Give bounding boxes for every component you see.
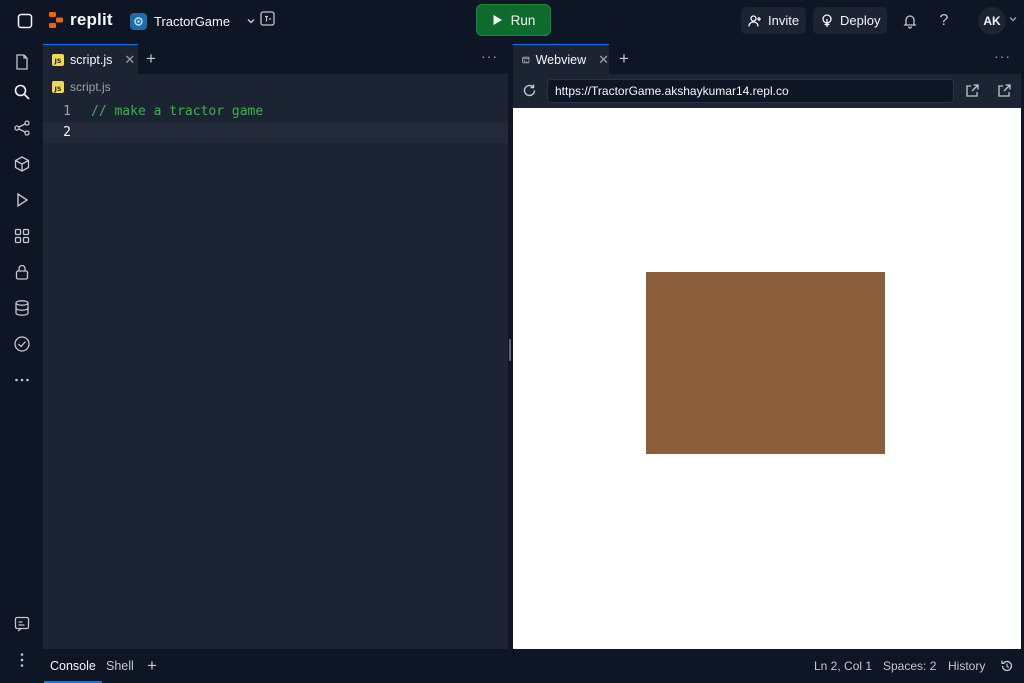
editor-pane: JS script.js ✕ + ··· JS script.js 1 // m… <box>43 44 508 649</box>
sidebar-toggle-icon[interactable] <box>11 7 39 35</box>
user-avatar[interactable]: AK <box>978 7 1006 35</box>
javascript-file-icon: JS <box>52 81 64 93</box>
add-user-icon <box>748 14 761 27</box>
code-line-active[interactable]: 2 <box>43 122 508 143</box>
replit-logo[interactable]: replit <box>48 10 113 30</box>
cursor-position[interactable]: Ln 2, Col 1 <box>814 649 872 683</box>
secrets-lock-icon[interactable] <box>9 259 35 285</box>
game-canvas[interactable] <box>646 272 885 454</box>
run-button[interactable]: Run <box>476 4 551 36</box>
add-tab-icon[interactable]: + <box>146 49 156 69</box>
breadcrumb-file[interactable]: script.js <box>70 80 111 94</box>
line-number: 1 <box>63 104 71 119</box>
tab-label: Webview <box>535 52 587 67</box>
open-devtools-icon[interactable] <box>965 83 980 98</box>
run-icon[interactable] <box>9 187 35 213</box>
git-icon[interactable] <box>9 115 35 141</box>
chevron-down-icon <box>247 18 255 24</box>
checks-icon[interactable] <box>9 331 35 357</box>
activity-bar <box>0 42 43 683</box>
play-icon <box>493 15 502 25</box>
reload-icon[interactable] <box>522 83 537 98</box>
logo-text: replit <box>70 10 113 29</box>
code-editor[interactable]: 1 // make a tractor game 2 <box>43 101 508 143</box>
deploy-label: Deploy <box>840 13 881 28</box>
packages-icon[interactable] <box>9 151 35 177</box>
add-tab-icon[interactable]: + <box>147 649 157 683</box>
close-icon[interactable]: ✕ <box>124 52 135 68</box>
open-in-new-tab-icon[interactable] <box>997 83 1012 98</box>
repl-name-dropdown[interactable]: TractorGame <box>130 8 257 34</box>
webview-icon <box>522 56 530 63</box>
history-button[interactable]: History <box>948 649 985 683</box>
url-bar: https://TractorGame.akshaykumar14.repl.c… <box>513 74 1021 108</box>
search-icon[interactable] <box>9 79 35 105</box>
webview-pane: Webview ✕ + ··· https://TractorGame.aksh… <box>513 44 1021 649</box>
bottom-bar: Console Shell + Ln 2, Col 1 Spaces: 2 Hi… <box>43 649 1024 683</box>
extensions-icon[interactable] <box>9 223 35 249</box>
pane-more-icon[interactable]: ··· <box>481 48 498 64</box>
tab-webview[interactable]: Webview ✕ <box>513 44 609 74</box>
javascript-file-icon: JS <box>52 53 64 66</box>
breadcrumb: JS script.js <box>52 80 111 94</box>
top-header: replit TractorGame Run Invite Deploy ? A… <box>0 0 1024 42</box>
indent-spaces[interactable]: Spaces: 2 <box>883 649 936 683</box>
tab-script-js[interactable]: JS script.js ✕ <box>43 44 138 74</box>
line-number: 2 <box>63 125 71 140</box>
splitter-grip[interactable] <box>509 339 511 361</box>
code-text: // make a tractor game <box>91 104 264 119</box>
help-icon[interactable]: ? <box>930 7 958 35</box>
deploy-button[interactable]: Deploy <box>813 7 888 34</box>
tab-label: script.js <box>70 52 113 67</box>
replit-logo-icon <box>49 12 63 28</box>
close-icon[interactable]: ✕ <box>598 52 609 68</box>
webview-tabbar: Webview ✕ + ··· <box>513 44 1021 74</box>
deploy-icon <box>822 13 832 27</box>
repl-info-icon[interactable] <box>258 9 278 32</box>
tab-console[interactable]: Console <box>44 649 102 683</box>
code-line[interactable]: 1 // make a tractor game <box>43 101 508 122</box>
repl-name: TractorGame <box>154 13 231 29</box>
files-icon[interactable] <box>9 49 35 75</box>
database-icon[interactable] <box>9 295 35 321</box>
vertical-menu-icon[interactable] <box>9 647 35 673</box>
url-input[interactable]: https://TractorGame.akshaykumar14.repl.c… <box>547 79 954 103</box>
editor-tabbar: JS script.js ✕ + ··· <box>43 44 508 74</box>
notifications-bell-icon[interactable] <box>896 7 924 35</box>
repl-language-icon <box>130 12 147 30</box>
add-tab-icon[interactable]: + <box>619 49 629 69</box>
webview-viewport[interactable] <box>513 108 1021 649</box>
tab-shell[interactable]: Shell <box>106 649 134 683</box>
run-label: Run <box>510 12 536 28</box>
avatar-chevron-down-icon[interactable] <box>1008 14 1018 24</box>
more-icon[interactable] <box>9 367 35 393</box>
invite-label: Invite <box>768 13 800 28</box>
history-icon[interactable] <box>1000 659 1014 673</box>
pane-more-icon[interactable]: ··· <box>994 48 1011 64</box>
invite-button[interactable]: Invite <box>741 7 807 34</box>
feedback-icon[interactable] <box>9 611 35 637</box>
